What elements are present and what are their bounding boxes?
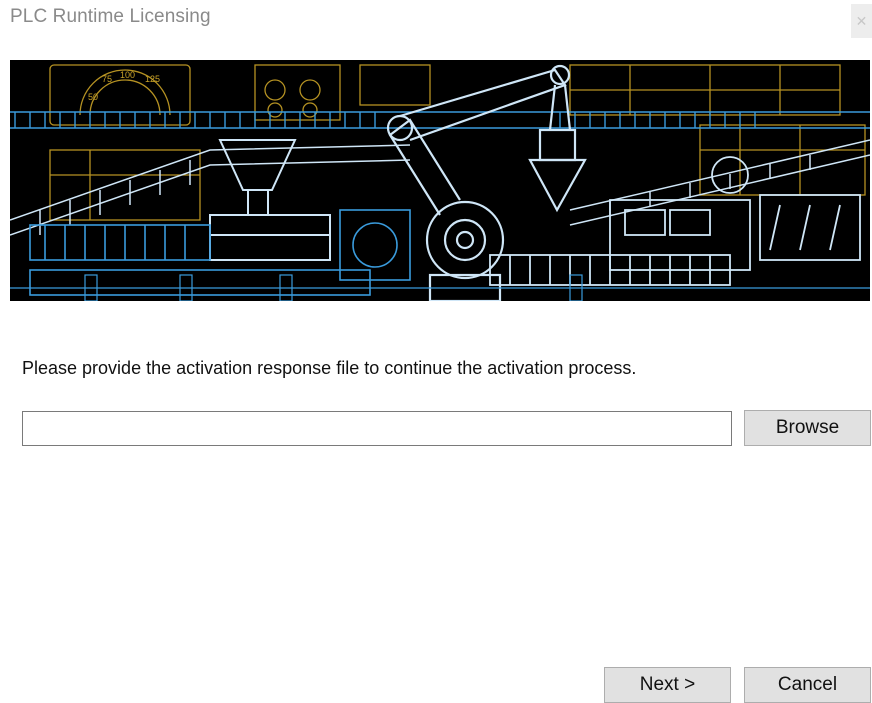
close-button[interactable]: ✕: [851, 4, 872, 38]
banner-illustration: 50 75 100 125: [10, 60, 870, 301]
header-banner: 50 75 100 125: [10, 60, 870, 301]
next-button[interactable]: Next >: [604, 667, 731, 703]
gauge-label: 50: [88, 92, 98, 102]
window-title: PLC Runtime Licensing: [10, 6, 211, 27]
cancel-button[interactable]: Cancel: [744, 667, 871, 703]
close-icon: ✕: [855, 12, 868, 29]
gauge-label: 100: [120, 70, 135, 80]
gauge-label: 75: [102, 74, 112, 84]
gauge-label: 125: [145, 74, 160, 84]
instruction-text: Please provide the activation response f…: [22, 358, 637, 378]
response-file-path-input[interactable]: [22, 411, 732, 446]
browse-button[interactable]: Browse: [744, 410, 871, 446]
